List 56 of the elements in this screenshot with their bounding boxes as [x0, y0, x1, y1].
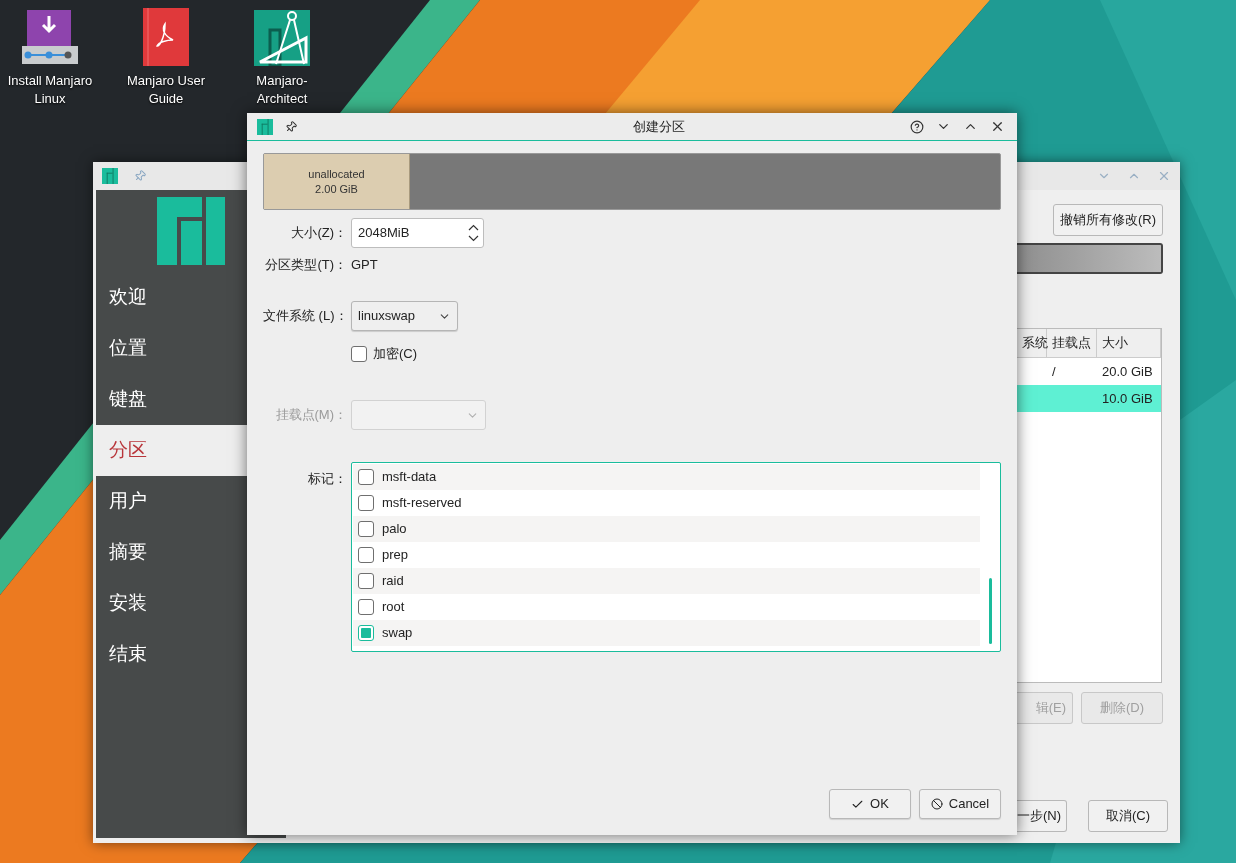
revert-button[interactable]: 撤销所有修改(R)	[1052, 204, 1163, 236]
flag-label: raid	[382, 572, 404, 591]
filesystem-label: 文件系统 (L)：	[263, 307, 347, 326]
help-icon[interactable]	[910, 119, 924, 134]
scrollbar-thumb[interactable]	[988, 578, 992, 644]
app-icon	[102, 168, 118, 184]
compass-icon[interactable]	[254, 10, 310, 66]
flag-item[interactable]: msft-data	[353, 464, 980, 490]
flag-item[interactable]: palo	[353, 516, 980, 542]
next-button[interactable]: 一步(N)	[1017, 800, 1067, 832]
partition-type-value: GPT	[351, 256, 378, 275]
column-header[interactable]: 挂载点	[1047, 329, 1097, 357]
table-cell: 20.0 GiB	[1102, 363, 1153, 379]
flag-checkbox[interactable]	[358, 625, 374, 641]
size-spinbox[interactable]: 2048MiB	[351, 218, 484, 248]
flag-label: msft-data	[382, 468, 437, 487]
desktop-icon-label[interactable]: Manjaro-Architect	[232, 72, 332, 108]
cancel-button[interactable]: 取消(C)	[1088, 800, 1168, 832]
partition-type-label: 分区类型(T)：	[264, 256, 347, 275]
spin-arrows-icon[interactable]	[468, 224, 479, 242]
flag-checkbox[interactable]	[358, 573, 374, 589]
segment-label: unallocated	[308, 166, 365, 182]
mount-point-label: 挂载点(M)：	[274, 406, 347, 425]
flag-label: root	[382, 598, 405, 617]
desktop-icon-label[interactable]: Install Manjaro Linux	[0, 72, 100, 108]
table-row[interactable]: 10.0 GiB	[1017, 385, 1161, 412]
ok-button[interactable]: OK	[829, 789, 911, 819]
window-title: 创建分区	[632, 117, 685, 136]
filesystem-dropdown[interactable]: linuxswap	[351, 301, 458, 331]
close-icon[interactable]	[990, 119, 1005, 134]
manjaro-logo	[157, 197, 225, 265]
flag-label: msft-reserved	[382, 494, 462, 513]
flag-item[interactable]: raid	[353, 568, 980, 594]
table-cell: /	[1052, 363, 1056, 379]
cancel-icon	[930, 798, 943, 810]
cancel-button[interactable]: Cancel	[919, 789, 1001, 819]
flag-item[interactable]: swap	[353, 620, 980, 646]
installer-icon[interactable]	[22, 10, 78, 66]
flag-checkbox[interactable]	[358, 599, 374, 615]
flag-checkbox[interactable]	[358, 547, 374, 563]
desktop-icon-label[interactable]: Manjaro User Guide	[116, 72, 216, 108]
flag-label: palo	[382, 520, 407, 539]
encrypt-checkbox[interactable]	[351, 345, 367, 362]
app-icon	[257, 118, 273, 135]
flag-label: swap	[382, 624, 413, 643]
flag-checkbox[interactable]	[358, 495, 374, 511]
size-label: 大小(Z)：	[290, 224, 347, 243]
segment-size: 2.00 GiB	[315, 181, 358, 197]
encrypt-label: 加密(C)	[373, 344, 418, 363]
flag-checkbox[interactable]	[358, 521, 374, 537]
column-header[interactable]: 大小	[1097, 329, 1161, 357]
table-cell: 10.0 GiB	[1102, 390, 1153, 406]
flag-checkbox[interactable]	[358, 469, 374, 485]
flags-label: 标记：	[307, 470, 347, 488]
book-icon[interactable]	[143, 8, 189, 66]
flag-label: prep	[382, 546, 409, 565]
